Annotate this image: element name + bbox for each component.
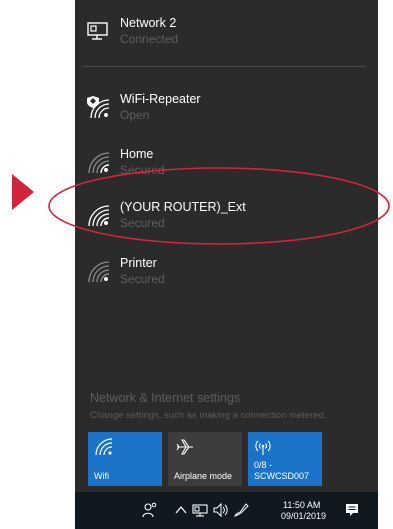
wifi-icon [95,438,113,456]
network-name: Home [120,147,154,161]
tile-label: Wifi [94,471,109,481]
screenshot-stage: Network 2 Connected WiFi-Repeater Open H… [0,0,393,529]
network-settings-link[interactable]: Network & Internet settings [90,391,240,405]
wifi-icon [88,261,110,283]
taskbar: 11:50 AM 09/01/2019 [75,492,378,529]
network-status: Open [120,108,150,122]
mobile-hotspot-icon [255,440,271,455]
network-status: Secured [120,272,165,286]
tile-label-line-1: 0/8 - [254,460,273,470]
network-status: Secured [120,163,165,177]
network-name: Network 2 [120,16,177,30]
wifi-icon [88,205,110,227]
tile-label: 0/8 - SCWCSD007 [254,460,309,482]
quick-action-mobile-hotspot[interactable]: 0/8 - SCWCSD007 [248,432,322,486]
chevron-up-icon[interactable] [173,502,189,518]
pen-icon[interactable] [233,502,249,518]
network-status: Connected [120,32,179,46]
annotation-arrow [12,174,34,210]
wifi-shield-icon [87,96,110,119]
notifications-icon[interactable] [344,502,360,518]
network-flyout: Network 2 Connected WiFi-Repeater Open H… [75,0,378,492]
network-status: Secured [120,216,165,230]
quick-action-airplane-mode[interactable]: Airplane mode [168,432,242,486]
network-name: Printer [120,256,157,270]
network-item-network-2[interactable]: Network 2 Connected [75,16,378,60]
network-item-printer[interactable]: Printer Secured [75,256,378,300]
tile-label: Airplane mode [174,471,233,481]
volume-icon[interactable] [212,502,228,518]
tile-label-line-2: SCWCSD007 [254,471,310,481]
network-name: (YOUR ROUTER)_Ext [120,200,246,214]
ethernet-icon[interactable] [192,502,208,518]
people-icon[interactable] [141,502,157,518]
ethernet-icon [87,22,108,40]
network-item-your-router-ext[interactable]: (YOUR ROUTER)_Ext Secured [75,200,378,244]
clock-date[interactable]: 09/01/2019 [281,511,326,521]
network-item-wifi-repeater[interactable]: WiFi-Repeater Open [75,92,378,136]
divider [83,66,366,67]
clock-time[interactable]: 11:50 AM [283,500,320,510]
network-item-home[interactable]: Home Secured [75,147,378,191]
airplane-icon [176,439,193,455]
network-settings-description: Change settings, such as making a connec… [90,410,327,421]
network-name: WiFi-Repeater [120,92,201,106]
wifi-icon [88,152,110,174]
quick-action-wifi[interactable]: Wifi [88,432,162,486]
